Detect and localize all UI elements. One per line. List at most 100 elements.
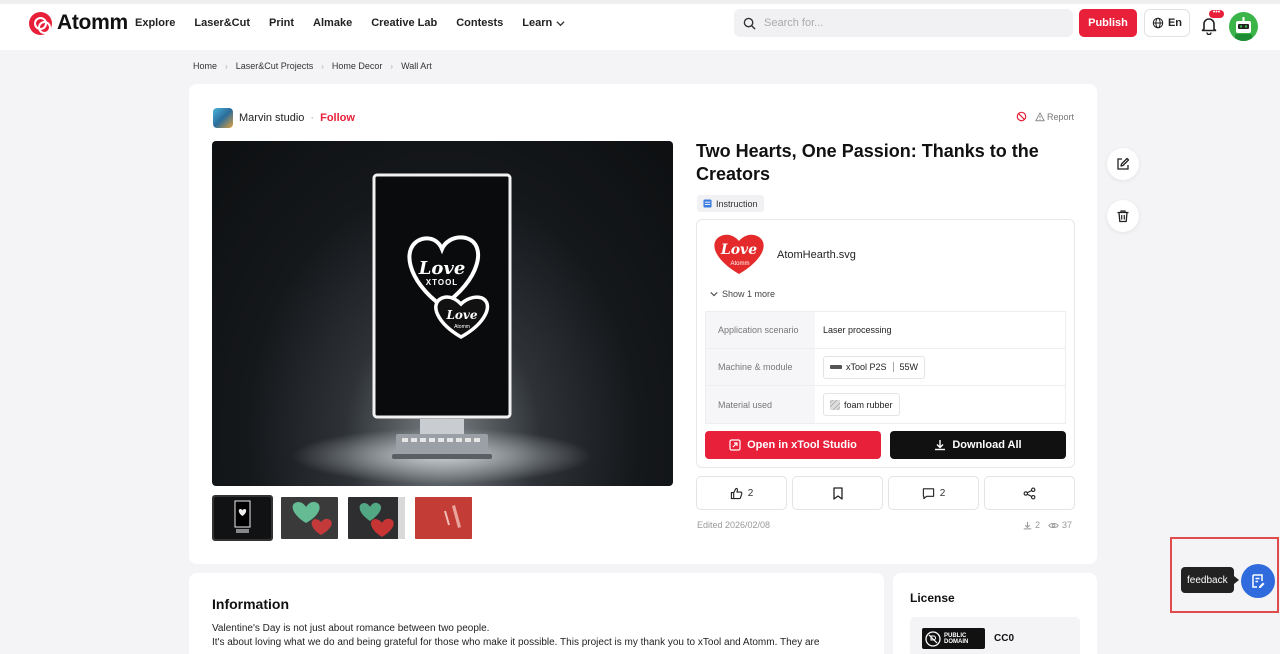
- author-separator: ·: [310, 112, 315, 124]
- thumbnail-image: [415, 497, 472, 539]
- breadcrumb-separator-icon: ›: [225, 61, 228, 71]
- spec-row-application: Application scenario Laser processing: [706, 312, 1065, 349]
- view-stat: 37: [1048, 520, 1072, 530]
- material-chip[interactable]: foam rubber: [823, 393, 900, 416]
- spec-value: Laser processing: [823, 325, 892, 335]
- like-count: 2: [747, 487, 754, 499]
- download-icon: [1023, 521, 1032, 529]
- delete-button[interactable]: [1107, 200, 1139, 232]
- nav-creative-lab[interactable]: Creative Lab: [371, 17, 437, 29]
- machine-icon: [830, 365, 842, 369]
- report-area: Report: [1016, 111, 1074, 122]
- download-count: 2: [1035, 520, 1041, 530]
- instruction-tag[interactable]: Instruction: [697, 195, 764, 212]
- file-thumbnail-image: Love Atomm: [714, 234, 764, 274]
- thumbnail-3[interactable]: [346, 495, 407, 541]
- atomm-logo-icon: [29, 11, 52, 35]
- nav-explore[interactable]: Explore: [135, 17, 175, 29]
- machine-power: 55W: [899, 362, 919, 372]
- breadcrumb-laser-cut-projects[interactable]: Laser&Cut Projects: [236, 61, 314, 71]
- language-label: En: [1167, 17, 1183, 29]
- like-button[interactable]: 2: [696, 476, 787, 510]
- follow-button[interactable]: Follow: [320, 112, 355, 124]
- nav-learn[interactable]: Learn: [522, 17, 565, 29]
- share-button[interactable]: [984, 476, 1075, 510]
- license-name: CC0: [994, 633, 1015, 644]
- machine-chip[interactable]: xTool P2S 55W: [823, 355, 926, 379]
- spec-label: Material used: [706, 386, 815, 423]
- robot-avatar-icon: [1235, 17, 1252, 41]
- nav-almake[interactable]: Almake: [313, 17, 352, 29]
- breadcrumb-wall-art[interactable]: Wall Art: [401, 61, 432, 71]
- open-in-xtool-studio-button[interactable]: Open in xTool Studio: [705, 431, 881, 459]
- nav-print[interactable]: Print: [269, 17, 294, 29]
- comment-icon: [922, 487, 934, 499]
- external-open-icon: [729, 439, 741, 451]
- edited-date: Edited 2026/02/08: [697, 520, 771, 530]
- search-input[interactable]: [764, 17, 1054, 29]
- thumbnail-1[interactable]: [212, 495, 273, 541]
- view-count: 37: [1062, 520, 1073, 530]
- download-icon: [935, 440, 946, 451]
- download-stat: 2: [1023, 520, 1040, 530]
- atomm-logo[interactable]: Atomm: [29, 11, 128, 35]
- bell-icon[interactable]: [1199, 15, 1219, 35]
- share-icon: [1023, 487, 1036, 499]
- edit-button[interactable]: [1107, 148, 1139, 180]
- file-name[interactable]: AtomHearth.svg: [777, 249, 856, 261]
- thumbnail-image: [214, 497, 271, 539]
- open-in-xtool-studio-label: Open in xTool Studio: [747, 439, 857, 451]
- warning-icon: [1035, 111, 1045, 121]
- breadcrumb-home[interactable]: Home: [193, 61, 217, 71]
- eye-icon: [1048, 522, 1059, 528]
- breadcrumb-separator-icon: ›: [390, 61, 394, 71]
- comment-count: 2: [939, 487, 946, 499]
- author-row: Marvin studio · Follow: [213, 108, 355, 128]
- feedback-button[interactable]: [1241, 564, 1275, 598]
- notification-badge: •••: [1209, 9, 1224, 18]
- report-label: Report: [1047, 111, 1075, 122]
- file-thumb-love-text: Love: [720, 242, 757, 258]
- language-selector[interactable]: En: [1144, 9, 1190, 37]
- chip-divider: [892, 362, 894, 372]
- feedback-tooltip: feedback: [1181, 567, 1239, 593]
- thumbnail-image: [348, 497, 405, 539]
- file-thumbnail[interactable]: Love Atomm: [709, 230, 769, 276]
- user-avatar[interactable]: [1229, 12, 1258, 41]
- chevron-down-icon: [556, 20, 565, 26]
- spec-value: foam rubber: [815, 386, 1065, 423]
- report-button[interactable]: Report: [1035, 112, 1074, 122]
- nav-learn-label: Learn: [522, 17, 553, 29]
- information-text: Valentine's Day is not just about romanc…: [212, 622, 862, 654]
- breadcrumb-separator-icon: ›: [321, 61, 324, 71]
- hero-xtool-text: XTOOL: [426, 278, 458, 287]
- thumbnail-image: [281, 497, 338, 539]
- search-box[interactable]: [734, 9, 1073, 37]
- nav-laser-cut[interactable]: Laser&Cut: [194, 17, 250, 29]
- block-icon[interactable]: [1016, 111, 1027, 122]
- spec-row-machine: Machine & module xTool P2S 55W: [706, 349, 1065, 386]
- spec-row-material: Material used foam rubber: [706, 386, 1065, 423]
- spec-table: Application scenario Laser processing Ma…: [705, 311, 1066, 424]
- show-more-label: Show 1 more: [722, 289, 776, 299]
- author-name[interactable]: Marvin studio: [239, 112, 304, 124]
- search-icon: [743, 17, 756, 30]
- machine-name: xTool P2S: [846, 362, 887, 372]
- thumbnail-2[interactable]: [279, 495, 340, 541]
- hero-atomm-text: Atomm: [454, 324, 470, 330]
- bookmark-button[interactable]: [792, 476, 883, 510]
- edit-icon: [1117, 157, 1130, 170]
- comment-button[interactable]: 2: [888, 476, 979, 510]
- breadcrumb-home-decor[interactable]: Home Decor: [332, 61, 383, 71]
- thumbnail-4[interactable]: [413, 495, 474, 541]
- download-all-button[interactable]: Download All: [890, 431, 1066, 459]
- show-more-toggle[interactable]: Show 1 more: [710, 289, 775, 299]
- nav-contests[interactable]: Contests: [456, 17, 503, 29]
- project-hero-image[interactable]: Love XTOOL Love Atomm: [212, 141, 673, 486]
- publish-button[interactable]: Publish: [1079, 9, 1137, 37]
- spec-label: Machine & module: [706, 349, 815, 385]
- author-avatar[interactable]: [213, 108, 233, 128]
- globe-icon: [1152, 17, 1164, 29]
- bookmark-icon: [832, 486, 843, 500]
- hero-love-small-text: Love: [445, 308, 477, 322]
